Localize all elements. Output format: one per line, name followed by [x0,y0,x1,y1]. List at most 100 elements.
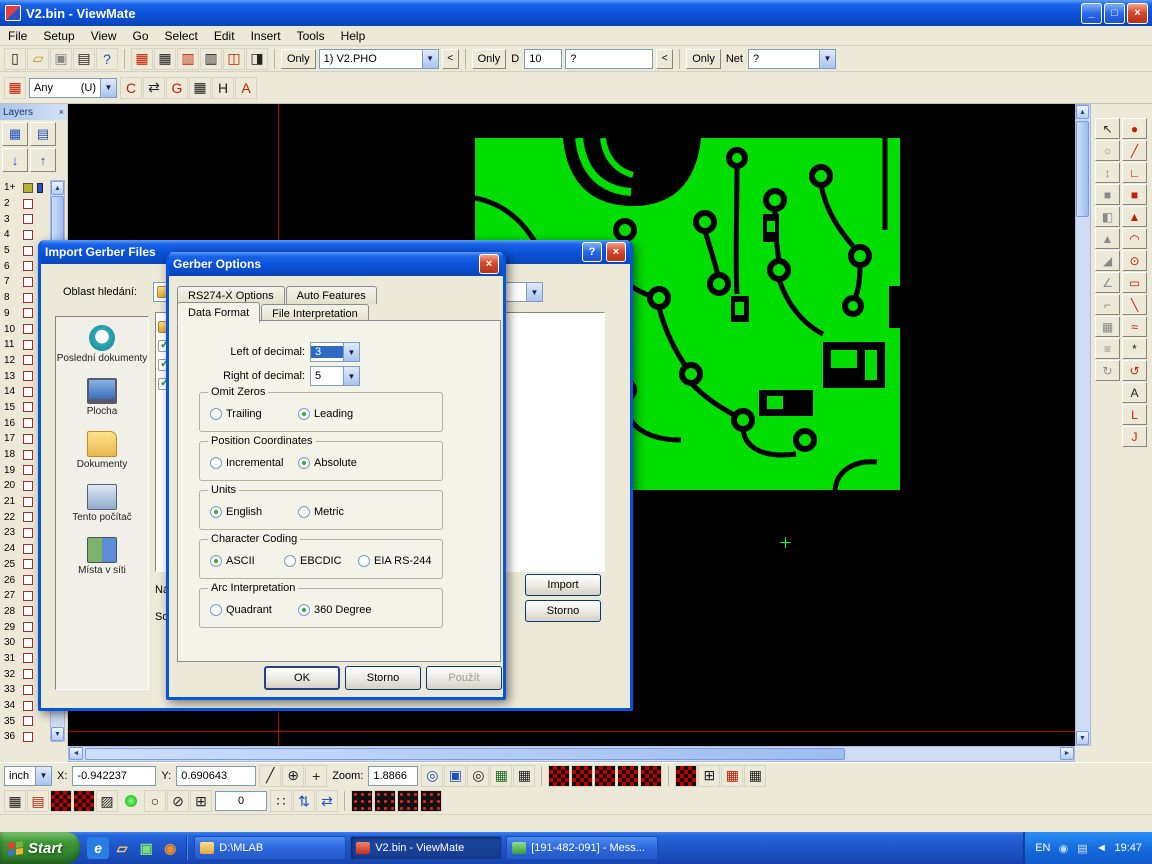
dialog-close-icon[interactable]: × [606,242,626,262]
film-grid-icon[interactable]: ▦ [4,77,26,99]
pan-tool[interactable]: ↕ [1095,162,1120,183]
layer-color-swatch[interactable] [23,199,33,209]
select-circle-tool[interactable]: ○ [1095,140,1120,161]
grid-a-icon[interactable]: ▦ [490,765,512,787]
canvas-horizontal-scrollbar[interactable]: ◄ ► [68,746,1075,762]
place-plocha[interactable]: Plocha [56,378,148,417]
text-a-button[interactable]: A [235,77,257,99]
maximize-button[interactable]: □ [1104,3,1125,24]
dialog-help-icon[interactable]: ? [582,242,602,262]
ie-quicklaunch-icon[interactable]: e [87,837,109,859]
triangle-tool[interactable]: ▲ [1095,228,1120,249]
previous-layer-button[interactable]: < [442,49,459,69]
chevron-down-icon[interactable]: ▼ [343,367,359,385]
layer-row[interactable]: 2 [2,196,48,212]
small-grid-icon[interactable]: ▦ [189,77,211,99]
pan-arrows-icon[interactable]: ⇄ [316,790,338,812]
pad-grid-icon-3[interactable]: ▦ [721,765,743,787]
film-pattern-icon-2[interactable] [571,765,593,787]
chevron-down-icon[interactable]: ▼ [35,767,51,785]
menu-tools[interactable]: Tools [289,27,333,45]
layer-color-swatch[interactable] [23,277,33,287]
circle-pad-tool[interactable]: ⊙ [1122,250,1147,271]
radio-trailing[interactable]: Trailing [210,408,298,420]
scrollbar-thumb[interactable] [1076,121,1089,217]
taskbar-button-d-mlab[interactable]: D:\MLAB [194,836,346,860]
line-tool[interactable]: ╱ [1122,140,1147,161]
apply-button[interactable]: Použít [426,666,502,690]
layer-color-swatch[interactable] [23,230,33,240]
chevron-down-icon[interactable]: ▼ [422,50,438,68]
any-dcode-combobox[interactable]: Any (U) ▼ [29,78,117,98]
layer-color-swatch[interactable] [23,183,33,193]
layer-color-swatch[interactable] [23,340,33,350]
letter-j-tool[interactable]: J [1122,426,1147,447]
import-cancel-button[interactable]: Storno [525,600,601,622]
pad-grid-icon-1[interactable] [675,765,697,787]
grid-value-input[interactable]: 0 [215,791,267,811]
zoom-window-icon[interactable]: ▣ [444,765,466,787]
anchor-icon[interactable]: ⇅ [293,790,315,812]
layer-row[interactable]: 3 [2,211,48,227]
layer-color-swatch[interactable] [23,481,33,491]
layer-row-active[interactable]: 1+ [2,180,48,196]
layer-color-swatch[interactable] [23,387,33,397]
aperture-film-icon[interactable]: ▦ [154,48,176,70]
taskbar-button-191-482-091-mess[interactable]: [191-482-091] - Mess... [506,836,658,860]
radio-incremental[interactable]: Incremental [210,457,298,469]
chevron-down-icon[interactable]: ▼ [343,343,359,361]
minimize-button[interactable]: _ [1081,3,1102,24]
place-tento-po-ta[interactable]: Tento počítač [56,484,148,523]
goto-net-icon[interactable]: ▥ [200,48,222,70]
chevron-down-icon[interactable]: ▼ [819,50,835,68]
radio-english[interactable]: English [210,506,298,518]
swap-arrows-icon[interactable]: ⇄ [143,77,165,99]
layer-row[interactable]: 36 [2,729,48,742]
context-help-icon[interactable]: ? [96,48,118,70]
slope-tool[interactable]: ◢ [1095,250,1120,271]
taskbar-button-v2-bin-viewmate[interactable]: V2.bin - ViewMate [350,836,502,860]
wave-tool[interactable]: ≈ [1122,316,1147,337]
letter-a-tool[interactable]: A [1122,382,1147,403]
pad-grid-icon-2[interactable]: ⊞ [698,765,720,787]
layer-color-swatch[interactable] [23,214,33,224]
layer-color-swatch[interactable] [23,512,33,522]
radio-360-degree[interactable]: 360 Degree [298,604,386,616]
close-button[interactable]: × [1127,3,1148,24]
crosshair-icon[interactable]: + [305,765,327,787]
dot-pattern-icon-2[interactable] [374,790,396,812]
film-pattern-icon-3[interactable] [594,765,616,787]
chevron-down-icon[interactable]: ▼ [100,79,116,97]
menu-file[interactable]: File [0,27,35,45]
folder-quicklaunch-icon[interactable]: ▱ [111,837,133,859]
fill-square-tool[interactable]: ■ [1095,184,1120,205]
corner-tool[interactable]: ⌐ [1095,294,1120,315]
dot-pattern-icon-4[interactable] [420,790,442,812]
goto-g-button[interactable]: G [166,77,188,99]
unit-combobox[interactable]: inch ▼ [4,766,52,786]
measure-diagonal-icon[interactable]: ╱ [259,765,281,787]
circle-outline-icon[interactable]: ○ [144,790,166,812]
radio-ebcdic[interactable]: EBCDIC [284,555,358,567]
hatch-icon[interactable]: ▨ [96,790,118,812]
film-red-icon[interactable] [50,790,72,812]
layer-color-swatch[interactable] [23,261,33,271]
open-folder-icon[interactable]: ▱ [27,48,49,70]
layer-color-swatch[interactable] [23,638,33,648]
new-file-icon[interactable]: ▯ [4,48,26,70]
film-box-icon[interactable]: ◫ [223,48,245,70]
layer-color-swatch[interactable] [23,544,33,554]
elbow-line-tool[interactable]: ∟ [1122,162,1147,183]
layer-color-swatch[interactable] [23,293,33,303]
radio-eia-rs-244[interactable]: EIA RS-244 [358,555,432,567]
layer-color-swatch[interactable] [23,308,33,318]
layer-color-swatch[interactable] [23,402,33,412]
layer-row[interactable]: 35 [2,713,48,729]
layers-film-icon[interactable]: ▤ [30,122,56,146]
pointer-tool[interactable]: ↖ [1095,118,1120,139]
layer-color-swatch[interactable] [23,622,33,632]
zoom-in-icon[interactable]: ◎ [421,765,443,787]
film-pattern-icon-1[interactable] [548,765,570,787]
layer-color-swatch[interactable] [23,685,33,695]
layer-color-swatch[interactable] [23,497,33,507]
